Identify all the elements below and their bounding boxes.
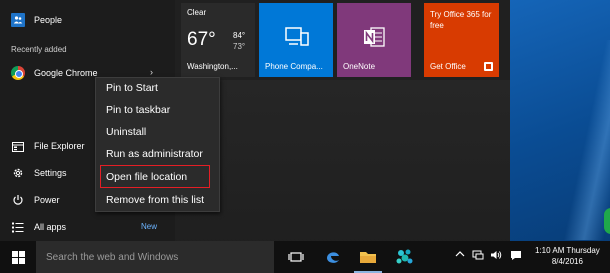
start-all-apps[interactable]: All apps bbox=[11, 220, 66, 234]
people-icon bbox=[11, 13, 25, 27]
search-box[interactable]: Search the web and Windows bbox=[36, 241, 274, 273]
clock-date: 8/4/2016 bbox=[551, 257, 583, 266]
weather-temperature: 67° bbox=[187, 29, 216, 50]
chevron-up-icon[interactable] bbox=[455, 250, 465, 261]
app-google-chrome-label: Google Chrome bbox=[34, 68, 98, 78]
gear-icon bbox=[11, 166, 25, 180]
app-people[interactable]: People bbox=[11, 13, 62, 27]
app-people-label: People bbox=[34, 15, 63, 25]
menu-item-run-as-administrator[interactable]: Run as administrator bbox=[106, 148, 203, 160]
chrome-icon bbox=[11, 66, 25, 80]
new-badge: New bbox=[141, 222, 158, 231]
phone-companion-icon bbox=[285, 27, 309, 49]
network-icon[interactable] bbox=[472, 250, 484, 263]
weather-condition: Clear bbox=[187, 8, 207, 17]
start-settings[interactable]: Settings bbox=[11, 166, 67, 180]
tile-phone-companion-label: Phone Compa... bbox=[265, 62, 323, 71]
office-icon bbox=[484, 62, 493, 71]
start-file-explorer[interactable]: File Explorer bbox=[11, 139, 85, 153]
taskbar-clock[interactable]: 1:10 AM Thursday 8/4/2016 bbox=[535, 245, 600, 267]
volume-icon[interactable] bbox=[490, 250, 502, 263]
weather-location: Washington,... bbox=[187, 62, 238, 71]
tile-onenote[interactable]: OneNote bbox=[337, 3, 411, 77]
menu-item-pin-to-taskbar[interactable]: Pin to taskbar bbox=[106, 104, 170, 116]
highlight-box bbox=[100, 165, 210, 188]
tiles-shade bbox=[175, 80, 510, 241]
all-apps-icon bbox=[11, 220, 25, 234]
menu-item-uninstall[interactable]: Uninstall bbox=[106, 126, 146, 138]
edge-icon[interactable] bbox=[322, 247, 344, 267]
start-all-apps-label: All apps bbox=[34, 222, 67, 232]
start-power-label: Power bbox=[34, 195, 60, 205]
start-button[interactable] bbox=[0, 241, 36, 273]
search-placeholder: Search the web and Windows bbox=[46, 251, 179, 263]
tile-weather[interactable]: Clear 67° 84° 73° Washington,... bbox=[181, 3, 255, 77]
office-promo-text: Try Office 365 for free bbox=[430, 10, 492, 30]
windows-logo-icon bbox=[11, 250, 25, 264]
taskbar: Search the web and Windows 1:10 AM Thurs… bbox=[0, 241, 610, 273]
context-menu: Pin to Start Pin to taskbar Uninstall Ru… bbox=[95, 77, 220, 212]
tile-phone-companion[interactable]: Phone Compa... bbox=[259, 3, 333, 77]
clock-time: 1:10 AM Thursday bbox=[535, 246, 600, 255]
onenote-icon bbox=[362, 25, 386, 49]
action-center-icon[interactable] bbox=[510, 250, 522, 264]
weather-high: 84° bbox=[233, 31, 246, 40]
task-view-icon[interactable] bbox=[285, 247, 307, 267]
desktop-green-element bbox=[604, 208, 610, 234]
weather-low: 73° bbox=[233, 42, 246, 51]
start-power[interactable]: Power bbox=[11, 193, 60, 207]
start-file-explorer-label: File Explorer bbox=[34, 141, 85, 151]
tile-get-office[interactable]: Try Office 365 for free Get Office bbox=[424, 3, 499, 77]
app-google-chrome[interactable]: Google Chrome bbox=[11, 66, 98, 80]
file-explorer-icon bbox=[11, 139, 25, 153]
menu-item-pin-to-start[interactable]: Pin to Start bbox=[106, 82, 158, 94]
start-settings-label: Settings bbox=[34, 168, 67, 178]
recently-added-heading: Recently added bbox=[11, 45, 67, 54]
menu-item-remove-from-list[interactable]: Remove from this list bbox=[106, 194, 204, 206]
tile-get-office-label: Get Office bbox=[430, 62, 466, 71]
tile-onenote-label: OneNote bbox=[343, 62, 376, 71]
store-app-icon[interactable] bbox=[394, 247, 416, 267]
power-icon bbox=[11, 193, 25, 207]
file-explorer-icon[interactable] bbox=[357, 247, 379, 267]
chevron-right-icon[interactable]: › bbox=[150, 67, 153, 77]
